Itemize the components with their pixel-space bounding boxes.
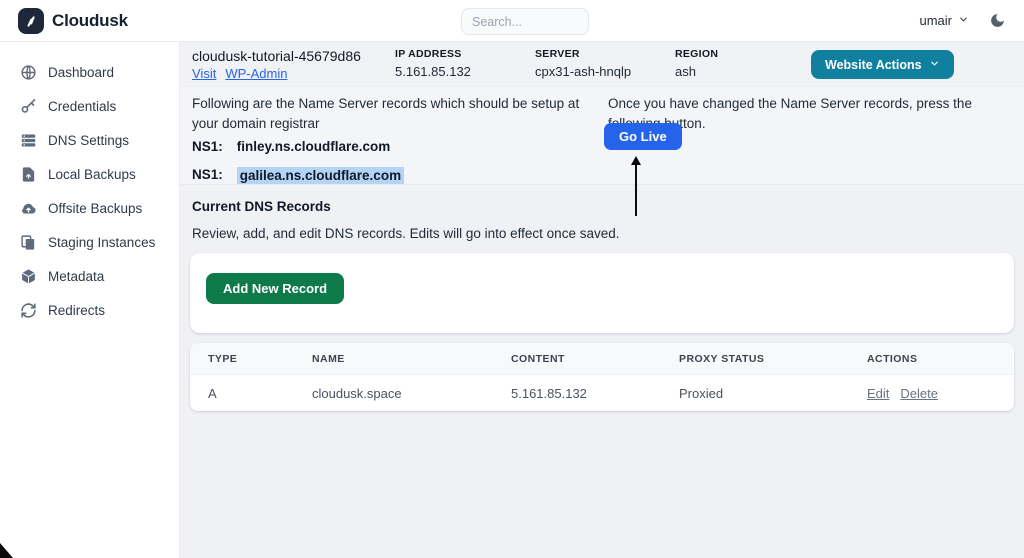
record-content-cell: 5.161.85.132 <box>511 386 679 401</box>
column-header-content: CONTENT <box>511 353 679 365</box>
sidebar-item-credentials[interactable]: Credentials <box>0 89 179 123</box>
table-header-row: TYPE NAME CONTENT PROXY STATUS ACTIONS <box>190 343 1014 374</box>
cube-icon <box>20 268 37 285</box>
ns-record-label: NS1: <box>192 167 223 184</box>
sidebar-item-label: Dashboard <box>48 65 114 80</box>
moon-icon[interactable] <box>989 12 1006 29</box>
user-menu[interactable]: umair <box>919 12 969 30</box>
ns-record-2: NS1: galilea.ns.cloudflare.com <box>192 167 404 184</box>
server-stack-icon <box>20 132 37 149</box>
search-container <box>461 8 589 35</box>
search-input[interactable] <box>461 8 589 35</box>
ns-record-value-highlighted: galilea.ns.cloudflare.com <box>237 167 404 184</box>
user-name: umair <box>919 13 952 28</box>
app-window: Cloudusk umair Dashboard <box>0 0 1024 558</box>
ns-record-1: NS1: finley.ns.cloudflare.com <box>192 139 390 154</box>
region-label: REGION <box>675 48 718 60</box>
chevron-down-icon <box>929 58 940 72</box>
nameserver-instructions: Following are the Name Server records wh… <box>192 94 608 135</box>
record-name-cell: cloudusk.space <box>312 386 511 401</box>
key-icon <box>20 98 37 115</box>
globe-dashboard-icon <box>20 64 37 81</box>
ns-record-label: NS1: <box>192 139 223 154</box>
sidebar-item-label: Redirects <box>48 303 105 318</box>
ns-record-value: finley.ns.cloudflare.com <box>237 139 391 154</box>
sidebar-item-dns-settings[interactable]: DNS Settings <box>0 123 179 157</box>
record-proxy-status-cell: Proxied <box>679 386 867 401</box>
record-type-cell: A <box>208 386 312 401</box>
top-header: Cloudusk umair <box>0 0 1024 42</box>
brand-logo: Cloudusk <box>18 8 128 34</box>
record-actions-cell: Edit Delete <box>867 386 1014 401</box>
ip-address-block: IP ADDRESS 5.161.85.132 <box>395 48 471 79</box>
wp-admin-link[interactable]: WP-Admin <box>225 66 287 81</box>
add-record-card: Add New Record <box>190 253 1014 333</box>
column-header-type: TYPE <box>208 353 312 365</box>
region-block: REGION ash <box>675 48 718 79</box>
sidebar-item-label: DNS Settings <box>48 133 129 148</box>
sidebar: Dashboard Credentials DNS Settings Local… <box>0 42 180 558</box>
site-links: Visit WP-Admin <box>192 66 287 81</box>
sidebar-item-label: Credentials <box>48 99 116 114</box>
column-header-actions: ACTIONS <box>867 353 1014 365</box>
copy-documents-icon <box>20 234 37 251</box>
website-actions-label: Website Actions <box>825 58 922 72</box>
sidebar-item-label: Offsite Backups <box>48 201 142 216</box>
sidebar-item-offsite-backups[interactable]: Offsite Backups <box>0 191 179 225</box>
chevron-down-icon <box>958 12 969 30</box>
cloudusk-logo-icon <box>18 8 44 34</box>
ip-address-label: IP ADDRESS <box>395 48 471 60</box>
sidebar-item-redirects[interactable]: Redirects <box>0 293 179 327</box>
sidebar-item-label: Staging Instances <box>48 235 155 250</box>
sidebar-item-staging-instances[interactable]: Staging Instances <box>0 225 179 259</box>
ip-address-value: 5.161.85.132 <box>395 64 471 79</box>
visit-link[interactable]: Visit <box>192 66 216 81</box>
sidebar-item-label: Local Backups <box>48 167 136 182</box>
table-row: A cloudusk.space 5.161.85.132 Proxied Ed… <box>190 374 1014 411</box>
edit-record-link[interactable]: Edit <box>867 386 889 401</box>
server-label: SERVER <box>535 48 631 60</box>
site-name: cloudusk-tutorial-45679d86 <box>192 48 361 64</box>
sidebar-item-local-backups[interactable]: Local Backups <box>0 157 179 191</box>
dns-records-heading: Current DNS Records <box>192 199 1024 214</box>
column-header-name: NAME <box>312 353 511 365</box>
cloud-upload-icon <box>20 200 37 217</box>
server-value: cpx31-ash-hnqlp <box>535 64 631 79</box>
server-block: SERVER cpx31-ash-hnqlp <box>535 48 631 79</box>
header-right: umair <box>919 12 1006 30</box>
go-live-button[interactable]: Go Live <box>604 123 682 150</box>
file-upload-icon <box>20 166 37 183</box>
brand-name: Cloudusk <box>52 11 128 31</box>
column-header-proxy-status: PROXY STATUS <box>679 353 867 365</box>
region-value: ash <box>675 64 718 79</box>
site-info-bar: cloudusk-tutorial-45679d86 Visit WP-Admi… <box>180 42 1024 87</box>
nameserver-section: Following are the Name Server records wh… <box>180 87 1024 185</box>
main-content: cloudusk-tutorial-45679d86 Visit WP-Admi… <box>180 42 1024 558</box>
website-actions-button[interactable]: Website Actions <box>811 50 954 79</box>
sidebar-item-label: Metadata <box>48 269 104 284</box>
refresh-arrows-icon <box>20 302 37 319</box>
dns-records-description: Review, add, and edit DNS records. Edits… <box>192 226 1024 241</box>
sidebar-item-dashboard[interactable]: Dashboard <box>0 55 179 89</box>
dns-records-section: Current DNS Records Review, add, and edi… <box>180 199 1024 411</box>
sidebar-item-metadata[interactable]: Metadata <box>0 259 179 293</box>
dns-records-table: TYPE NAME CONTENT PROXY STATUS ACTIONS A… <box>190 343 1014 411</box>
delete-record-link[interactable]: Delete <box>900 386 938 401</box>
add-new-record-button[interactable]: Add New Record <box>206 273 344 304</box>
